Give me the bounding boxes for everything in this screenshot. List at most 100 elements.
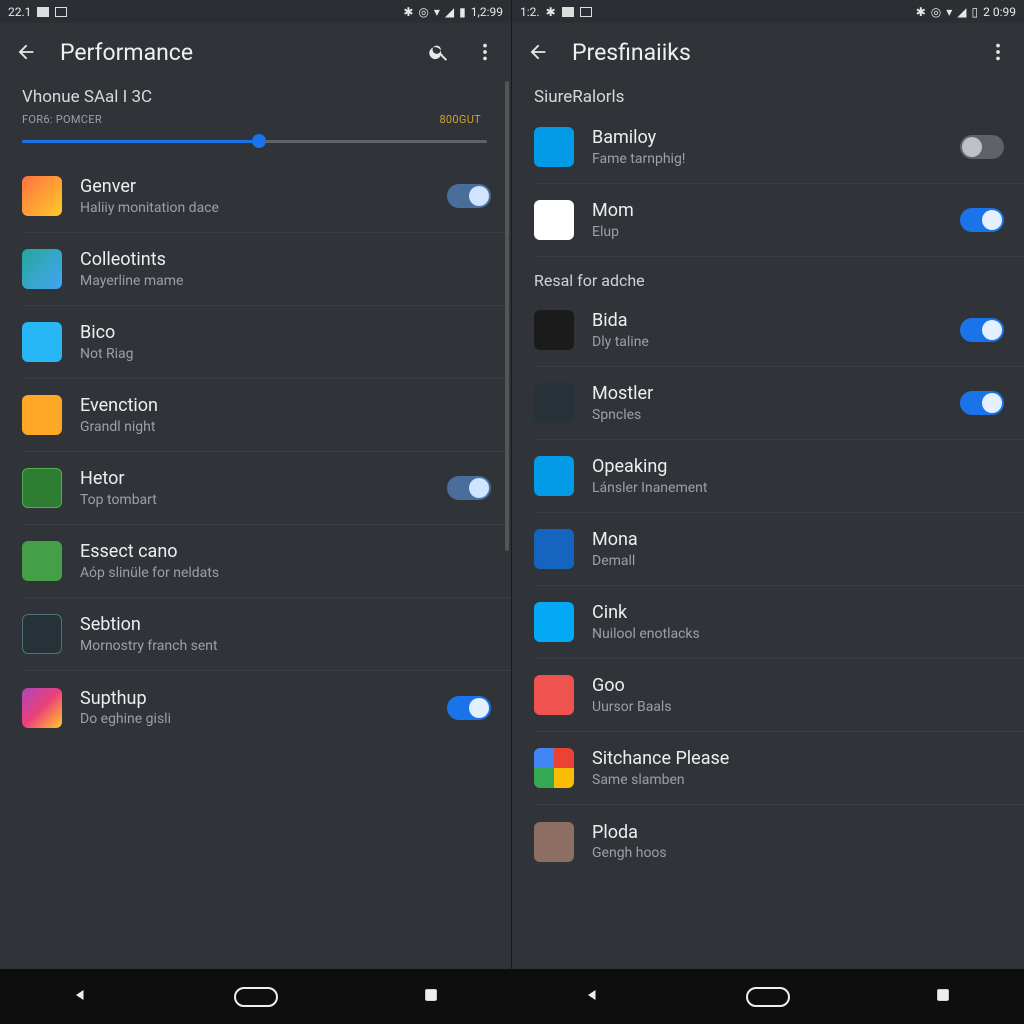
item-subtitle: Do eghine gisli bbox=[80, 711, 447, 727]
toggle-switch[interactable] bbox=[960, 318, 1004, 342]
section-header: Resal for adche bbox=[534, 271, 1024, 290]
left-screen: 22.1 ✱ ◎ ▾ ◢ ▮ 1,2:99 Performance Vhonue… bbox=[0, 0, 512, 969]
item-subtitle: Dly taline bbox=[592, 334, 960, 350]
slider-thumb[interactable] bbox=[252, 134, 266, 148]
status-left-text: 1:2. bbox=[520, 5, 540, 19]
item-subtitle: Mornostry franch sent bbox=[80, 638, 491, 654]
right-screen: 1:2. ✱ ✱ ◎ ▾ ◢ ▯ 2 0:99 Presfinaiiks Siu… bbox=[512, 0, 1024, 969]
nav-back-icon[interactable] bbox=[583, 985, 603, 1009]
item-subtitle: Top tombart bbox=[80, 492, 447, 508]
list-item[interactable]: Sebtion Mornostry franch sent bbox=[22, 598, 511, 671]
signal-icon: ◢ bbox=[957, 5, 966, 19]
list-item[interactable]: CinkNuilool enotlacks bbox=[534, 586, 1024, 659]
toggle-switch[interactable] bbox=[960, 391, 1004, 415]
app-icon bbox=[22, 614, 62, 654]
status-left-text: 22.1 bbox=[8, 5, 31, 19]
bluetooth-icon: ✱ bbox=[546, 5, 556, 19]
page-title: Presfinaiiks bbox=[572, 39, 691, 66]
nav-recent-icon[interactable] bbox=[421, 985, 441, 1009]
signal-icon: ◢ bbox=[445, 5, 454, 19]
list-item[interactable]: Evenction Grandl night bbox=[22, 379, 511, 452]
toggle-switch[interactable] bbox=[447, 476, 491, 500]
item-subtitle: Elup bbox=[592, 224, 960, 240]
status-bar: 1:2. ✱ ✱ ◎ ▾ ◢ ▯ 2 0:99 bbox=[512, 0, 1024, 23]
status-clock: 2 0:99 bbox=[983, 5, 1016, 19]
list-item[interactable]: OpeakingLánsler Inanement bbox=[534, 440, 1024, 513]
item-subtitle: Mayerline mame bbox=[80, 273, 491, 289]
item-subtitle: Fame tarnphig! bbox=[592, 151, 960, 167]
notification-icon bbox=[562, 7, 574, 17]
item-name: Bico bbox=[80, 322, 491, 344]
back-icon[interactable] bbox=[526, 40, 550, 64]
page-title: Performance bbox=[60, 39, 193, 66]
app-icon bbox=[22, 249, 62, 289]
item-name: Mostler bbox=[592, 383, 960, 405]
search-icon[interactable] bbox=[427, 40, 451, 64]
toggle-switch[interactable] bbox=[447, 696, 491, 720]
item-name: Sitchance Please bbox=[592, 748, 1004, 770]
nav-home-icon[interactable] bbox=[234, 987, 278, 1007]
item-subtitle: Not Riag bbox=[80, 346, 491, 362]
item-name: Bida bbox=[592, 310, 960, 332]
toggle-switch[interactable] bbox=[960, 135, 1004, 159]
item-name: Ploda bbox=[592, 822, 1004, 844]
nav-recent-icon[interactable] bbox=[933, 985, 953, 1009]
scrollbar[interactable] bbox=[505, 81, 509, 551]
app-icon bbox=[22, 395, 62, 435]
location-icon: ◎ bbox=[931, 5, 941, 19]
battery-icon: ▮ bbox=[459, 5, 466, 19]
list-item[interactable]: MonaDemall bbox=[534, 513, 1024, 586]
bluetooth-icon: ✱ bbox=[403, 5, 413, 19]
app-icon bbox=[22, 176, 62, 216]
item-subtitle: Grandl night bbox=[80, 419, 491, 435]
list-item[interactable]: SupthupDo eghine gisli bbox=[22, 671, 511, 744]
status-bar: 22.1 ✱ ◎ ▾ ◢ ▮ 1,2:99 bbox=[0, 0, 511, 23]
app-icon bbox=[534, 200, 574, 240]
toggle-switch[interactable] bbox=[447, 184, 491, 208]
app-icon bbox=[534, 748, 574, 788]
location-icon: ◎ bbox=[418, 5, 428, 19]
battery-icon: ▯ bbox=[972, 5, 979, 19]
list-item[interactable]: MomElup bbox=[534, 184, 1024, 257]
list-item[interactable]: Colleotints Mayerline mame bbox=[22, 233, 511, 306]
app-icon bbox=[534, 675, 574, 715]
app-icon bbox=[534, 127, 574, 167]
status-clock: 1,2:99 bbox=[471, 5, 503, 19]
app-icon bbox=[22, 541, 62, 581]
item-subtitle: Uursor Baals bbox=[592, 699, 1004, 715]
overflow-icon[interactable] bbox=[986, 40, 1010, 64]
item-name: Essect cano bbox=[80, 541, 491, 563]
list-item[interactable]: MostlerSpncles bbox=[534, 367, 1024, 440]
list-item[interactable]: Hetor Top tombart bbox=[22, 452, 511, 525]
nav-home-icon[interactable] bbox=[746, 987, 790, 1007]
list-item[interactable]: GooUursor Baals bbox=[534, 659, 1024, 732]
list-item[interactable]: Bico Not Riag bbox=[22, 306, 511, 379]
list-item[interactable]: Sitchance PleaseSame slamben bbox=[534, 732, 1024, 805]
list-item[interactable]: Genver Haliiy monitation dace bbox=[22, 160, 511, 233]
item-subtitle: Haliiy monitation dace bbox=[80, 200, 447, 216]
app-bar: Performance bbox=[0, 23, 511, 81]
item-name: Supthup bbox=[80, 688, 447, 710]
item-name: Genver bbox=[80, 176, 447, 198]
item-subtitle: Aóp slinüle for neldats bbox=[80, 565, 491, 581]
item-name: Colleotints bbox=[80, 249, 491, 271]
list-item[interactable]: Bamiloy Fame tarnphig! bbox=[534, 111, 1024, 184]
nav-back-icon[interactable] bbox=[71, 985, 91, 1009]
app-icon bbox=[534, 529, 574, 569]
item-name: Bamiloy bbox=[592, 127, 960, 149]
list-item[interactable]: Bida Dly taline bbox=[534, 294, 1024, 367]
toggle-switch[interactable] bbox=[960, 208, 1004, 232]
overflow-icon[interactable] bbox=[473, 40, 497, 64]
item-name: Sebtion bbox=[80, 614, 491, 636]
item-name: Hetor bbox=[80, 468, 447, 490]
list-item[interactable]: Essect cano Aóp slinüle for neldats bbox=[22, 525, 511, 598]
item-name: Evenction bbox=[80, 395, 491, 417]
item-subtitle: Demall bbox=[592, 553, 1004, 569]
list-item[interactable]: PlodaGengh hoos bbox=[534, 805, 1024, 878]
back-icon[interactable] bbox=[14, 40, 38, 64]
app-icon bbox=[534, 310, 574, 350]
slider-right-label: 800GUT bbox=[439, 113, 481, 126]
app-bar: Presfinaiiks bbox=[512, 23, 1024, 81]
bluetooth-icon: ✱ bbox=[916, 5, 926, 19]
performance-slider[interactable] bbox=[22, 132, 487, 150]
